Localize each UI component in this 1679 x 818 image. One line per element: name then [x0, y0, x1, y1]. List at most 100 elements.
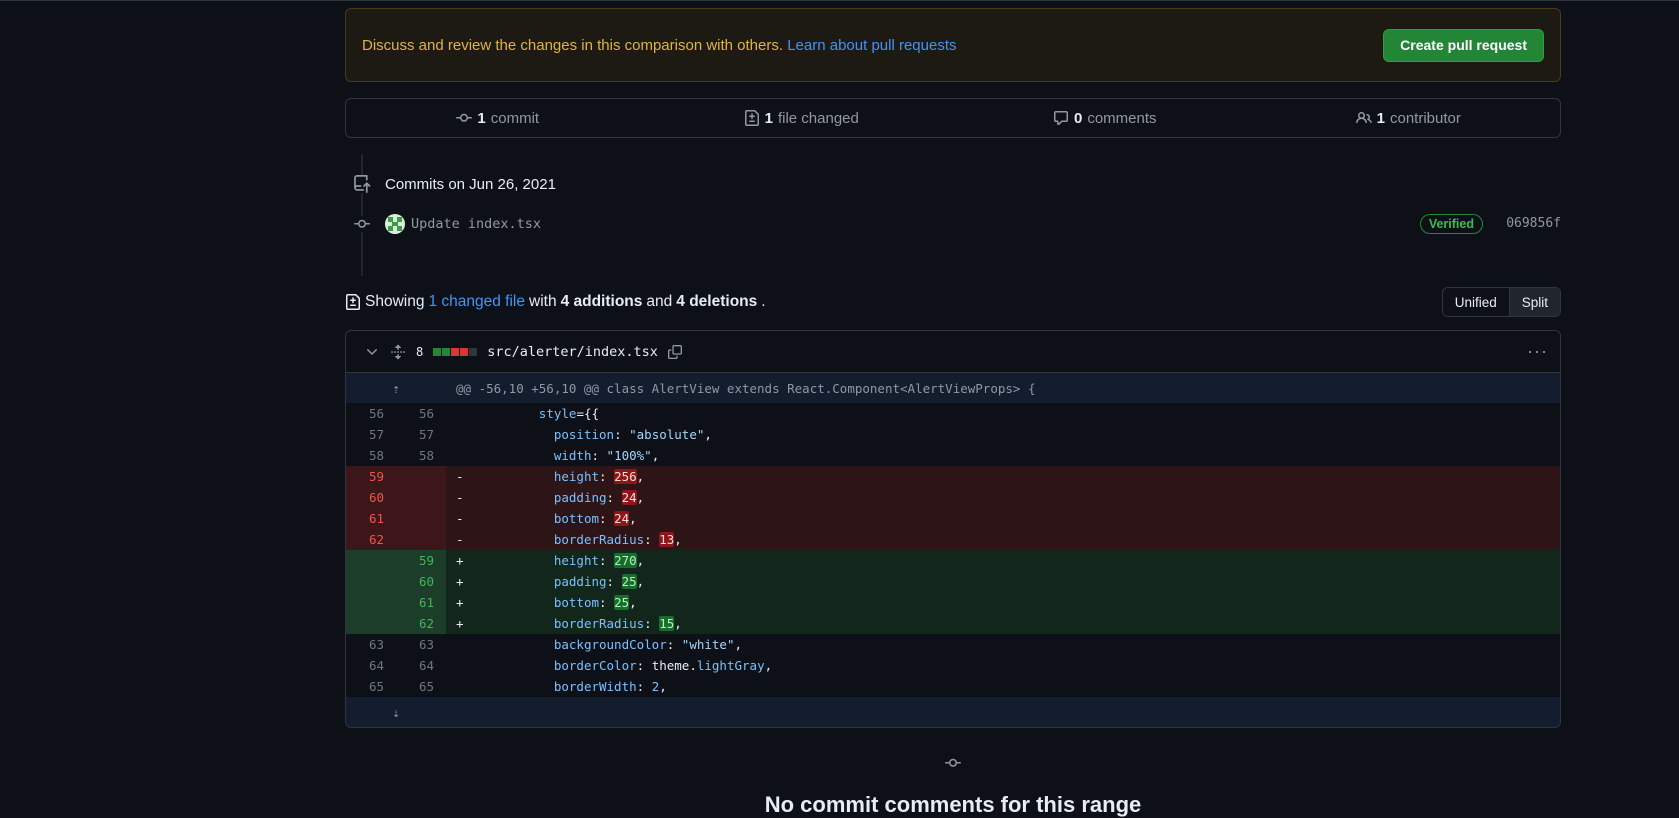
expand-up-icon[interactable]: ⇡	[346, 373, 446, 403]
deleted-line: 60 - padding: 24,	[346, 487, 1560, 508]
kebab-menu-icon[interactable]: ···	[1527, 341, 1548, 362]
diff-line: 56 56 style={{	[346, 403, 1560, 424]
additions-count: 4 additions	[560, 293, 643, 310]
diff-line: 58 58 width: "100%",	[346, 445, 1560, 466]
commit-timeline: Commits on Jun 26, 2021 Update index.tsx…	[345, 154, 1561, 284]
file-path[interactable]: src/alerter/index.tsx	[487, 344, 658, 360]
flash-message: Discuss and review the changes in this c…	[362, 37, 957, 54]
flash-banner: Discuss and review the changes in this c…	[345, 8, 1561, 82]
showing-label: Showing	[365, 293, 425, 310]
verified-badge[interactable]: Verified	[1419, 214, 1483, 234]
files-count: 1	[764, 109, 773, 127]
timeline-line	[361, 154, 363, 276]
compare-content: Discuss and review the changes in this c…	[345, 8, 1561, 728]
code-line: borderRadius: 15,	[463, 613, 1560, 634]
added-line: 62 + borderRadius: 15,	[346, 613, 1560, 634]
contributors-count: 1	[1376, 109, 1385, 127]
diff-line: 65 65 borderWidth: 2,	[346, 676, 1560, 697]
deleted-line: 62 - borderRadius: 13,	[346, 529, 1560, 550]
diffstat-bar	[433, 347, 478, 356]
diffstat-del-block	[460, 347, 469, 356]
summary-contributors[interactable]: 1 contributor	[1257, 110, 1561, 127]
expand-all-icon[interactable]	[390, 344, 406, 360]
file-diff-icon	[744, 110, 759, 126]
addition-sign: +	[446, 571, 464, 592]
code-line: backgroundColor: "white",	[463, 634, 1560, 655]
diffstat-del-block	[451, 347, 460, 356]
code-line: position: "absolute",	[463, 424, 1560, 445]
people-icon	[1355, 111, 1372, 124]
new-line-number[interactable]: 64	[396, 655, 446, 676]
deletion-sign: -	[446, 466, 464, 487]
new-line-number[interactable]: 61	[396, 592, 446, 613]
expand-down-icon[interactable]: ⇣	[346, 697, 446, 727]
new-line-number[interactable]: 57	[396, 424, 446, 445]
code-line: height: 256,	[463, 466, 1560, 487]
split-view-button[interactable]: Split	[1508, 288, 1560, 316]
new-line-number[interactable]: 56	[396, 403, 446, 424]
addition-sign: +	[446, 592, 464, 613]
deletions-count: 4 deletions	[676, 293, 758, 310]
old-line-number[interactable]: 56	[346, 403, 396, 424]
new-line-number[interactable]: 62	[396, 613, 446, 634]
no-comments-icon-wrap	[345, 755, 1561, 775]
summary-commits[interactable]: 1 commit	[346, 110, 650, 127]
new-line-number[interactable]: 58	[396, 445, 446, 466]
top-divider	[0, 0, 1679, 1]
new-line-number[interactable]: 59	[396, 550, 446, 571]
unified-view-button[interactable]: Unified	[1442, 288, 1509, 316]
commit-message-link[interactable]: Update index.tsx	[411, 216, 541, 232]
commits-count: 1	[477, 109, 486, 127]
compare-summary: 1 commit 1 file changed 0 comments 1 con…	[345, 98, 1561, 138]
deletion-sign: -	[446, 508, 464, 529]
file-header: 8 src/alerter/index.tsx ···	[346, 331, 1560, 373]
old-line-number[interactable]: 58	[346, 445, 396, 466]
changed-files-link[interactable]: 1 changed file	[428, 293, 525, 311]
code-line: padding: 24,	[463, 487, 1560, 508]
code-line: padding: 25,	[463, 571, 1560, 592]
deleted-line: 59 - height: 256,	[346, 466, 1560, 487]
chevron-down-icon[interactable]	[364, 344, 380, 360]
old-line-number[interactable]: 57	[346, 424, 396, 445]
create-pull-request-button[interactable]: Create pull request	[1383, 28, 1544, 62]
learn-pull-requests-link[interactable]: Learn about pull requests	[787, 37, 956, 54]
hunk-header-row: ⇡ @@ -56,10 +56,10 @@ class AlertView ex…	[346, 373, 1560, 403]
diff-line: 63 63 backgroundColor: "white",	[346, 634, 1560, 655]
code-line: borderRadius: 13,	[463, 529, 1560, 550]
new-line-number[interactable]: 65	[396, 676, 446, 697]
comments-label: comments	[1087, 109, 1157, 127]
copy-icon[interactable]	[667, 344, 682, 359]
new-line-number[interactable]: 60	[396, 571, 446, 592]
comment-icon	[1053, 111, 1068, 125]
old-line-number[interactable]: 62	[346, 529, 396, 550]
summary-files[interactable]: 1 file changed	[650, 110, 954, 127]
deleted-line: 61 - bottom: 24,	[346, 508, 1560, 529]
contributors-label: contributor	[1389, 109, 1461, 127]
author-avatar[interactable]	[385, 214, 405, 234]
diff-view-toggle: Unified Split	[1441, 287, 1561, 317]
code-line: bottom: 25,	[463, 592, 1560, 613]
added-line: 59 + height: 270,	[346, 550, 1560, 571]
new-line-number[interactable]: 63	[396, 634, 446, 655]
period: .	[761, 293, 766, 310]
git-commit-icon	[353, 216, 371, 232]
old-line-number[interactable]: 60	[346, 487, 396, 508]
hunk-footer	[446, 697, 1560, 727]
old-line-number[interactable]: 63	[346, 634, 396, 655]
old-line-number[interactable]: 64	[346, 655, 396, 676]
changes-count: 8	[416, 344, 424, 359]
no-comments-title: No commit comments for this range	[764, 792, 1142, 817]
old-line-number[interactable]: 59	[346, 466, 396, 487]
diff-line: 57 57 position: "absolute",	[346, 424, 1560, 445]
with-label: with	[529, 293, 557, 310]
file-diff-icon	[346, 294, 360, 310]
old-line-number[interactable]: 65	[346, 676, 396, 697]
old-line-number[interactable]: 61	[346, 508, 396, 529]
diffstat-neutral-block	[469, 347, 478, 356]
git-commit-icon	[945, 758, 961, 767]
summary-comments[interactable]: 0 comments	[953, 110, 1257, 127]
file-diff: 8 src/alerter/index.tsx ··· ⇡ @@ -56,10 …	[345, 330, 1561, 728]
commit-sha-link[interactable]: 069856f	[1506, 216, 1561, 231]
commits-date-heading: Commits on Jun 26, 2021	[385, 176, 556, 193]
and-label: and	[646, 293, 673, 310]
